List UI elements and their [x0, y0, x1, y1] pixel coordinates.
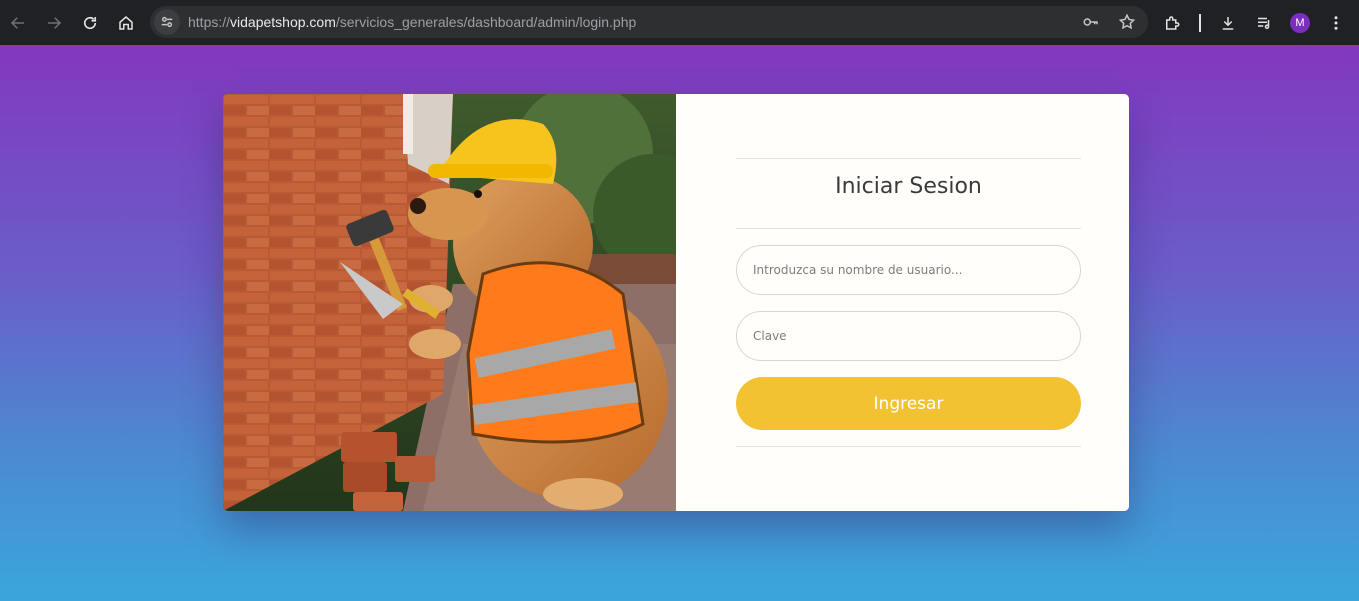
dog-bricklayer-illustration	[223, 94, 676, 511]
forward-button[interactable]	[36, 5, 72, 41]
extensions-button[interactable]	[1157, 8, 1187, 38]
toolbar-separator	[1199, 13, 1201, 32]
back-button[interactable]	[0, 5, 36, 41]
back-icon	[10, 16, 24, 29]
login-button[interactable]: Ingresar	[736, 377, 1081, 430]
avatar: M	[1290, 12, 1310, 33]
site-info-icon	[161, 16, 173, 28]
menu-icon	[1334, 15, 1338, 30]
page-title: Iniciar Sesion	[835, 174, 982, 199]
media-icon	[1258, 17, 1270, 29]
divider-bottom	[736, 446, 1081, 447]
reload-button[interactable]	[72, 5, 108, 41]
divider-top	[736, 158, 1081, 159]
key-icon[interactable]	[1082, 13, 1100, 31]
profile-button[interactable]: M	[1285, 8, 1315, 38]
login-form-panel: Iniciar Sesion Ingresar	[676, 94, 1129, 511]
browser-menu-button[interactable]	[1321, 8, 1351, 38]
username-input[interactable]	[736, 245, 1081, 295]
url-host: vidapetshop.com	[230, 14, 336, 30]
home-button[interactable]	[108, 5, 144, 41]
download-button[interactable]	[1213, 8, 1243, 38]
page-background: Iniciar Sesion Ingresar	[0, 45, 1359, 601]
extensions-icon	[1166, 15, 1180, 30]
star-icon[interactable]	[1118, 13, 1136, 31]
url-text[interactable]: https://vidapetshop.com/servicios_genera…	[188, 14, 636, 30]
media-button[interactable]	[1249, 8, 1279, 38]
site-info-button[interactable]	[154, 9, 180, 35]
password-input[interactable]	[736, 311, 1081, 361]
address-bar[interactable]: https://vidapetshop.com/servicios_genera…	[150, 6, 1148, 38]
divider-title	[736, 228, 1081, 229]
hero-image	[223, 94, 676, 511]
url-path: /servicios_generales/dashboard/admin/log…	[335, 14, 637, 30]
url-scheme: https://	[188, 14, 231, 30]
login-card: Iniciar Sesion Ingresar	[223, 94, 1129, 511]
reload-icon	[83, 16, 97, 29]
download-icon	[1222, 16, 1234, 30]
forward-icon	[48, 16, 62, 29]
home-icon	[119, 15, 133, 30]
browser-toolbar: https://vidapetshop.com/servicios_genera…	[0, 0, 1359, 45]
